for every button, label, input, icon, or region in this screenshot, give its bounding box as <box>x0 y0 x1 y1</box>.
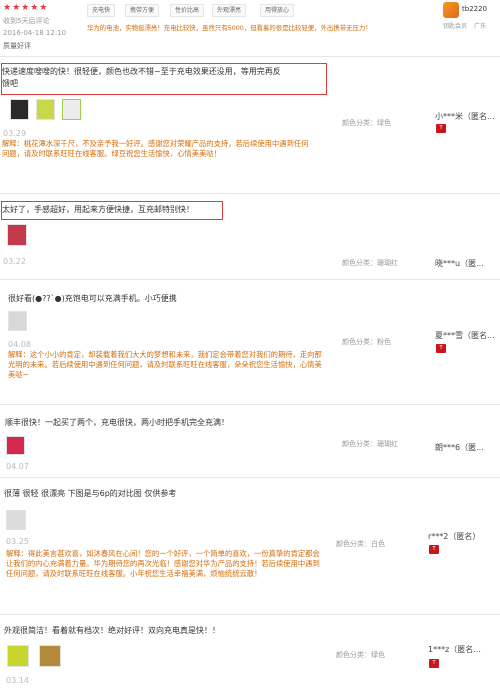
color-value: 绿色 <box>377 119 391 127</box>
tag-0[interactable]: 充电快 <box>87 4 116 17</box>
color-category: 颜色分类：绿色 <box>342 118 391 128</box>
color-category: 颜色分类：珊瑚红 <box>342 258 398 268</box>
review-date: 04.07 <box>6 462 29 471</box>
review-photo[interactable] <box>8 311 27 331</box>
color-value: 珊瑚红 <box>377 259 398 267</box>
member-badge-icon: T <box>436 124 446 133</box>
color-label: 颜色分类： <box>336 540 371 548</box>
top-username[interactable]: tb2220 <box>462 5 487 13</box>
avatar[interactable] <box>443 2 459 18</box>
member-badge-icon: T <box>429 659 439 668</box>
color-category: 颜色分类：珊瑚红 <box>342 439 398 449</box>
reviewer-name[interactable]: 夏***雪（匿名... <box>435 330 495 341</box>
reviewer-name[interactable]: 小***米（匿名... <box>435 111 495 122</box>
divider <box>0 404 500 405</box>
review-date: 03.29 <box>3 129 26 138</box>
color-category: 颜色分类：白色 <box>336 539 385 549</box>
review-text: 很薄 很轻 很漂亮 下图是与6p的对比图 仅供参考 <box>4 489 177 498</box>
review-photo[interactable] <box>10 99 29 120</box>
review-photo[interactable] <box>6 510 26 530</box>
color-label: 颜色分类： <box>342 259 377 267</box>
seller-reply: 解释：得此美言甚欢喜，如沐春风在心间！您的一个好评，一个简单的喜欢，一份真挚的肯… <box>6 549 320 578</box>
tag-4[interactable]: 用得放心 <box>260 4 295 17</box>
review-date: 04.08 <box>8 340 31 349</box>
color-value: 粉色 <box>377 338 391 346</box>
review-text-line-2: 馈吧 <box>2 79 18 88</box>
color-value: 白色 <box>371 540 385 548</box>
review-photo[interactable] <box>7 224 27 246</box>
review-date: 2016-04-18 12:10 <box>3 29 67 37</box>
seller-reply: 解释：这个小小的肯定，却装载着我们大大的梦想和未来，我们定会带着您对我们的期待，… <box>8 350 322 379</box>
divider <box>0 477 500 478</box>
divider <box>0 614 500 615</box>
divider <box>0 279 500 280</box>
reviewer-name[interactable]: r***2（匿名） <box>428 531 480 542</box>
review-text: 外观很简洁！看着就有档次！绝对好评！双向充电真是快！！ <box>4 626 220 635</box>
reviewer-name[interactable]: 1***z（匿名... <box>428 644 481 655</box>
tag-2[interactable]: 性价比高 <box>170 4 205 17</box>
review-date: 03.14 <box>6 676 29 685</box>
color-category: 颜色分类：粉色 <box>342 337 391 347</box>
divider <box>0 193 500 194</box>
review-text: 顺丰很快！一起买了两个，充电很快，两小时把手机完全充满！ <box>5 418 229 427</box>
rating-stars: ★★★★★ <box>3 3 49 13</box>
review-text-line-1: 快递速度嗖嗖的快！很轻便，颜色也改不错~至于充电效果还没用，等用完再反 <box>2 67 281 76</box>
tag-3[interactable]: 外观漂亮 <box>212 4 247 17</box>
member-badge-icon: T <box>429 545 439 554</box>
reviewer-name[interactable]: 晓***u（匿... <box>435 258 484 269</box>
reviewer-name[interactable]: 朗***6（匿... <box>435 442 484 453</box>
seller-reply: 解释：桃花潭水深千尺，不及亲予我一好评。感谢您对荣耀产品的支持，若后续使用中遇到… <box>2 139 309 158</box>
review-photo[interactable] <box>62 99 81 120</box>
color-label: 颜色分类： <box>336 651 371 659</box>
color-value: 珊瑚红 <box>377 440 398 448</box>
color-category: 颜色分类：绿色 <box>336 650 385 660</box>
color-value: 绿色 <box>371 651 385 659</box>
top-review-text: 华为的电池，实物挺漂亮！充电比较快，虽然只有5000，但看着的很是比较轻便，外出… <box>87 24 372 32</box>
color-label: 颜色分类： <box>342 440 377 448</box>
review-photo[interactable] <box>6 436 25 455</box>
review-date: 03.25 <box>6 537 29 546</box>
review-date: 03.22 <box>3 257 26 266</box>
member-badge-icon: T <box>436 344 446 353</box>
review-text: 很好看(●??`●)充饱电可以充满手机。小巧便携 <box>8 294 177 303</box>
divider <box>0 56 500 57</box>
good-review-link[interactable]: 质量好评 <box>3 41 31 51</box>
tag-1[interactable]: 携带方便 <box>125 4 160 17</box>
review-photo[interactable] <box>7 645 29 667</box>
color-label: 颜色分类： <box>342 119 377 127</box>
review-meta: 收到5天后评论 <box>3 17 50 25</box>
review-photo[interactable] <box>39 645 61 667</box>
top-user-location: 广东 <box>474 23 487 30</box>
top-user-level: 钥匙会员 <box>443 23 468 30</box>
review-text: 太好了，手感超好，用起来方便快捷，互充邮特别快！ <box>2 205 194 214</box>
color-label: 颜色分类： <box>342 338 377 346</box>
review-photo[interactable] <box>36 99 55 120</box>
